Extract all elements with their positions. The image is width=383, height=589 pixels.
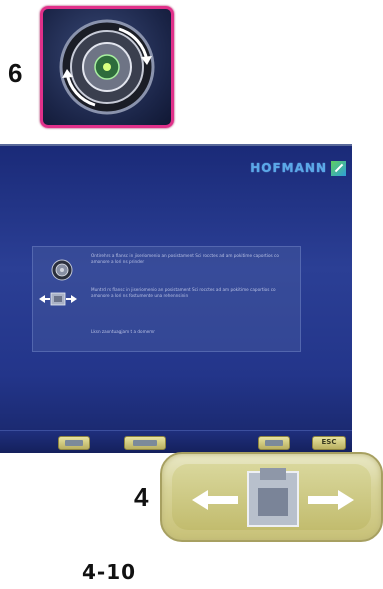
wheel-icon <box>51 259 73 281</box>
wheel-shift-icon <box>39 292 77 306</box>
function-toolbar: ESC <box>0 430 352 453</box>
logo-mark-icon <box>331 160 346 176</box>
wheel-rotate-icon <box>59 19 155 115</box>
wheel-shift-icon <box>192 468 354 527</box>
toolbar-button-3-icon <box>265 440 283 446</box>
logo-text: HOFMANN <box>250 161 327 175</box>
toolbar-button-1-icon <box>65 440 83 446</box>
wheel-shift-button[interactable] <box>160 452 383 542</box>
esc-button[interactable]: ESC <box>312 436 346 450</box>
toolbar-button-3[interactable] <box>258 436 290 450</box>
wheel-rotate-button[interactable] <box>40 6 174 128</box>
toolbar-button-1[interactable] <box>58 436 90 450</box>
toolbar-button-2[interactable] <box>124 436 166 450</box>
dialog-message-2: Muntrd rs flansc in jiseriomenio an posi… <box>91 287 276 299</box>
dialog-message-1: Ontirehrs a flansc in jiseriomenio an po… <box>91 253 279 265</box>
esc-button-label: ESC <box>321 438 337 446</box>
instruction-dialog: Ontirehrs a flansc in jiseriomenio an po… <box>32 246 301 352</box>
page-number: 4-10 <box>82 560 137 584</box>
brand-logo: HOFMANN <box>250 160 346 176</box>
callout-number-4: 4 <box>134 482 149 512</box>
balancer-screen: HOFMANN Ontirehrs a flansc in jiseriomen… <box>0 144 352 453</box>
callout-number-6: 6 <box>8 58 23 88</box>
dialog-message-3: Lksn zaxntuagjam t a domemr <box>91 329 156 334</box>
toolbar-button-2-icon <box>133 440 157 446</box>
